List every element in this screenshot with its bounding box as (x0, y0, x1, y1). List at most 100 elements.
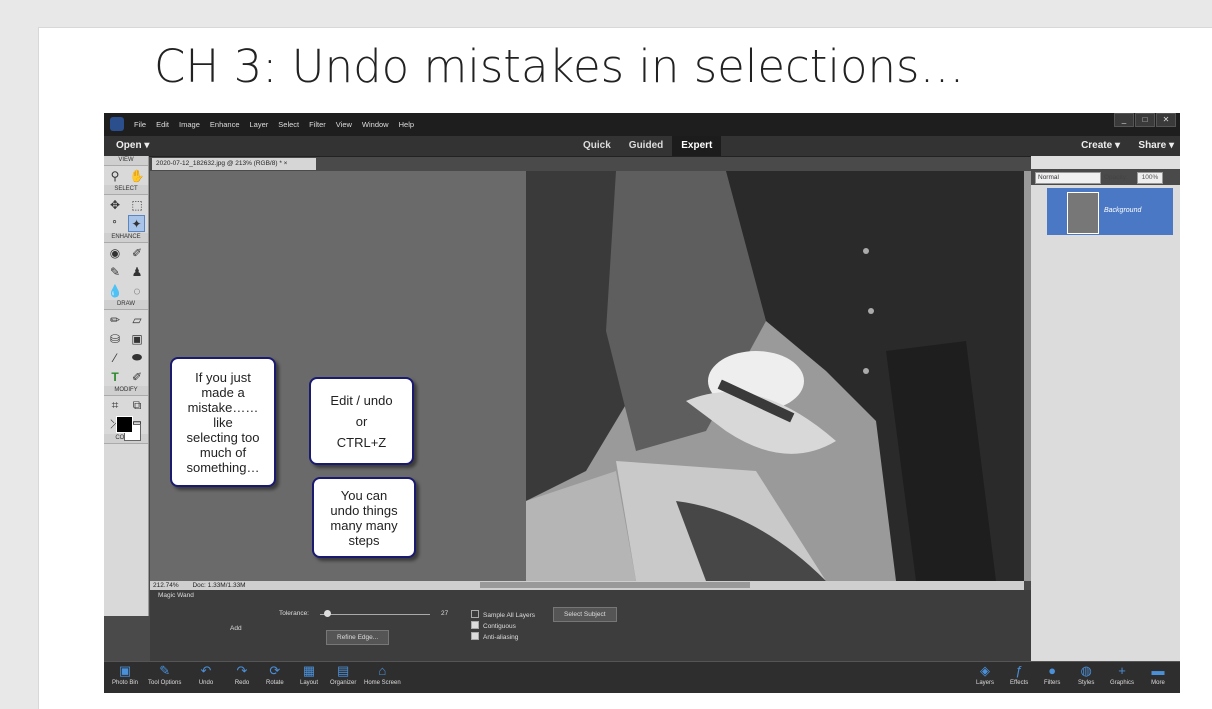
menu-select[interactable]: Select (278, 120, 299, 129)
more-button[interactable]: ▬ More (1150, 664, 1166, 687)
tolerance-label: Tolerance: (279, 610, 309, 617)
layer-row-background[interactable]: Background (1047, 188, 1173, 235)
undo-button[interactable]: ↶ Undo (198, 663, 214, 687)
doc-size: Doc: 1.33M/1.33M (192, 582, 246, 589)
horizontal-scrollbar[interactable] (480, 582, 750, 588)
menu-layer[interactable]: Layer (250, 120, 269, 129)
shape-tool-icon[interactable]: ⬬ (130, 350, 145, 365)
filters-button[interactable]: ● Filters (1044, 663, 1061, 687)
layout-button[interactable]: ▦ Layout (300, 664, 318, 687)
tolerance-slider[interactable] (320, 614, 430, 615)
redo-button[interactable]: ↷ Redo (234, 663, 250, 687)
rotate-button[interactable]: ⟳ Rotate (266, 663, 284, 687)
menu-image[interactable]: Image (179, 120, 200, 129)
photo-bin-icon: ▣ (118, 663, 132, 678)
filters-icon: ● (1048, 663, 1057, 678)
photo-bin-button[interactable]: ▣ Photo Bin (112, 663, 138, 687)
filters-label: Filters (1044, 680, 1061, 686)
rotate-label: Rotate (266, 680, 284, 686)
anti-aliasing-label: Anti-aliasing (483, 634, 519, 641)
undo-label: Undo (198, 680, 214, 686)
type-tool-icon[interactable]: T (108, 369, 123, 384)
opacity-label: Opacity: (1104, 174, 1128, 181)
effects-button[interactable]: ƒ Effects (1010, 664, 1029, 687)
marquee-tool-icon[interactable]: ⬚ (130, 197, 145, 212)
effects-label: Effects (1010, 680, 1029, 686)
graphics-button[interactable]: + Graphics (1110, 664, 1134, 687)
contiguous-checkbox[interactable]: Contiguous (471, 621, 516, 630)
eraser-tool-icon[interactable]: ▱ (130, 312, 145, 327)
tab-quick[interactable]: Quick (574, 136, 620, 156)
hand-tool-icon[interactable]: ✋ (130, 168, 145, 183)
sponge-tool-icon[interactable]: ◌ (130, 283, 145, 298)
tool-options-button[interactable]: ✎ Tool Options (148, 663, 181, 687)
undo-icon: ↶ (200, 663, 212, 678)
styles-label: Styles (1078, 680, 1095, 686)
callout-edit-undo: Edit / undo or CTRL+Z (309, 377, 414, 465)
opacity-input[interactable]: 100% (1137, 172, 1163, 184)
refine-edge-button[interactable]: Refine Edge... (326, 630, 390, 645)
toolgroup-select: SELECT (104, 185, 148, 195)
foreground-color-swatch[interactable] (116, 416, 133, 433)
home-screen-label: Home Screen (364, 680, 401, 686)
maximize-button[interactable]: □ (1135, 113, 1155, 127)
canvas-area[interactable] (150, 171, 1024, 581)
close-window-button[interactable]: ✕ (1156, 113, 1176, 127)
clone-stamp-tool-icon[interactable]: ♟ (130, 264, 145, 279)
tab-guided[interactable]: Guided (620, 136, 672, 156)
callout-edit-undo-text: Edit / undo or CTRL+Z (330, 392, 393, 450)
callout-undo-steps: You can undo things many many steps (312, 477, 416, 558)
styles-button[interactable]: ◍ Styles (1078, 664, 1095, 687)
brush-tool-icon[interactable]: ✏ (108, 312, 123, 327)
menu-edit[interactable]: Edit (156, 120, 169, 129)
spot-healing-tool-icon[interactable]: ✐ (130, 245, 145, 260)
rotate-icon: ⟳ (269, 663, 281, 678)
open-button[interactable]: Open ▾ (116, 140, 149, 151)
blur-tool-icon[interactable]: 💧 (108, 283, 123, 298)
menu-file[interactable]: File (134, 120, 146, 129)
move-tool-icon[interactable]: ✥ (108, 197, 123, 212)
pencil-tool-icon[interactable]: ✐ (130, 369, 145, 384)
callout-mistake: If you just made a mistake…… like select… (170, 357, 276, 487)
vintage-photo-illustration (526, 171, 1024, 581)
document-tab[interactable]: 2020-07-12_182632.jpg @ 213% (RGB/8) * × (152, 158, 316, 170)
minimize-button[interactable]: _ (1114, 113, 1134, 127)
menu-filter[interactable]: Filter (309, 120, 326, 129)
callout-mistake-text: If you just made a mistake…… like select… (186, 369, 260, 475)
tab-expert[interactable]: Expert (672, 136, 722, 156)
menu-view[interactable]: View (336, 120, 352, 129)
layers-panel (1031, 185, 1180, 661)
toolgroup-draw: DRAW (104, 300, 148, 310)
menu-window[interactable]: Window (362, 120, 389, 129)
lasso-tool-icon[interactable]: ᐤ (107, 216, 122, 231)
magic-wand-tool-icon[interactable]: ✦ (128, 215, 145, 232)
gradient-tool-icon[interactable]: ▣ (130, 331, 145, 346)
layers-button[interactable]: ◈ Layers (976, 663, 994, 687)
zoom-tool-icon[interactable]: ⚲ (108, 168, 123, 183)
toolgroup-modify: MODIFY (104, 386, 148, 396)
home-screen-button[interactable]: ⌂ Home Screen (364, 664, 401, 687)
slide-title: CH 3: Undo mistakes in selections… (154, 40, 965, 93)
vertical-scrollbar[interactable] (1024, 171, 1031, 581)
blend-mode-select[interactable]: Normal (1035, 172, 1101, 184)
organizer-label: Organizer (330, 680, 357, 686)
redo-icon: ↷ (236, 663, 248, 678)
share-button[interactable]: Share ▾ (1138, 140, 1174, 151)
paint-bucket-tool-icon[interactable]: ⛁ (108, 331, 123, 346)
smart-brush-tool-icon[interactable]: ✎ (108, 264, 123, 279)
sample-all-layers-checkbox[interactable]: Sample All Layers (471, 610, 535, 619)
recompose-tool-icon[interactable]: ⧉ (130, 398, 145, 413)
tool-options-icon: ✎ (159, 663, 171, 678)
menu-help[interactable]: Help (399, 120, 414, 129)
layers-icon: ◈ (980, 663, 990, 678)
anti-aliasing-checkbox[interactable]: Anti-aliasing (471, 632, 518, 641)
crop-tool-icon[interactable]: ⌗ (108, 398, 123, 413)
create-button[interactable]: Create ▾ (1081, 140, 1120, 151)
organizer-button[interactable]: ▤ Organizer (330, 664, 357, 687)
tolerance-slider-thumb[interactable] (324, 610, 331, 617)
eyedropper-tool-icon[interactable]: ⁄ (108, 350, 123, 365)
select-subject-button[interactable]: Select Subject (553, 607, 617, 622)
red-eye-tool-icon[interactable]: ◉ (108, 245, 123, 260)
menu-enhance[interactable]: Enhance (210, 120, 240, 129)
checkbox-on-icon (471, 632, 479, 640)
